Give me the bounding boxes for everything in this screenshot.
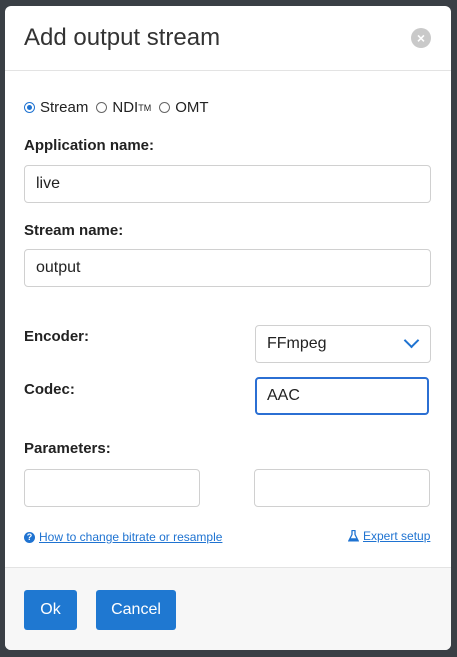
flask-icon — [348, 530, 359, 542]
dialog-body: Stream NDI TM OMT Application name: live … — [5, 71, 451, 567]
close-icon[interactable]: × — [411, 28, 431, 48]
radio-stream-label: Stream — [40, 99, 89, 116]
expert-setup-link-text: Expert setup — [363, 529, 431, 543]
codec-label: Codec: — [24, 381, 75, 398]
radio-ndi[interactable]: NDI TM — [96, 99, 151, 116]
application-name-input[interactable]: live — [24, 165, 431, 203]
codec-input[interactable]: AAC — [255, 377, 429, 415]
dialog-footer: Ok Cancel — [5, 567, 451, 650]
dialog-header: Add output stream × — [5, 6, 451, 71]
radio-dot[interactable] — [159, 102, 171, 113]
radio-ndi-label: NDI — [112, 99, 139, 116]
source-type-radio-group: Stream NDI TM OMT — [24, 99, 217, 116]
stream-name-label: Stream name: — [24, 222, 124, 239]
application-name-label: Application name: — [24, 137, 155, 154]
add-output-stream-dialog: Add output stream × Stream NDI TM OMT App… — [5, 6, 451, 650]
encoder-select[interactable]: FFmpeg — [255, 325, 431, 363]
radio-omt[interactable]: OMT — [159, 99, 209, 116]
radio-ndi-sup: TM — [138, 102, 152, 113]
parameters-input-2[interactable] — [254, 469, 430, 507]
radio-dot[interactable] — [96, 102, 108, 113]
radio-omt-label: OMT — [175, 99, 209, 116]
radio-stream[interactable]: Stream — [24, 99, 88, 116]
expert-setup-link[interactable]: Expert setup — [348, 529, 430, 543]
encoder-select-value: FFmpeg — [267, 335, 327, 352]
dialog-title: Add output stream — [24, 24, 221, 51]
parameters-input-1[interactable] — [24, 469, 200, 507]
chevron-down-icon — [403, 332, 420, 349]
cancel-button[interactable]: Cancel — [96, 590, 176, 630]
help-bitrate-link[interactable]: ? How to change bitrate or resample — [24, 530, 222, 544]
question-circle-icon: ? — [24, 531, 35, 543]
ok-button[interactable]: Ok — [24, 590, 77, 630]
radio-dot-checked[interactable] — [24, 102, 35, 113]
help-bitrate-link-text: How to change bitrate or resample — [39, 530, 223, 544]
stream-name-input[interactable]: output — [24, 249, 431, 287]
encoder-label: Encoder: — [24, 328, 90, 345]
parameters-label: Parameters: — [24, 440, 111, 457]
